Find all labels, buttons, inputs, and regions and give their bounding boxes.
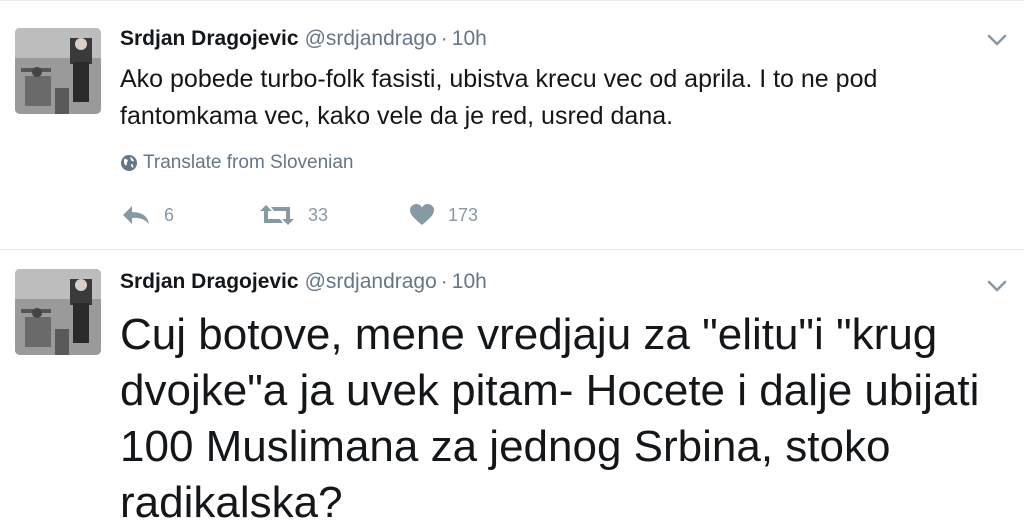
author-name[interactable]: Srdjan Dragojevic	[120, 270, 299, 293]
author-name[interactable]: Srdjan Dragojevic	[120, 27, 299, 50]
tweet[interactable]: Srdjan Dragojevic @srdjandrago · 10h Cuj bo…	[0, 251, 1024, 530]
globe-icon	[121, 155, 137, 171]
timestamp[interactable]: 10h	[452, 27, 487, 50]
reply-icon	[123, 206, 149, 224]
like-count: 173	[448, 204, 479, 225]
translate-link[interactable]: Translate from Slovenian	[120, 152, 354, 174]
tweet-actions: 6 33 173	[120, 203, 478, 227]
avatar[interactable]	[15, 269, 101, 355]
translate-label: Translate from Slovenian	[143, 152, 354, 173]
avatar-photo	[15, 28, 101, 114]
chevron-down-icon[interactable]	[984, 275, 1010, 297]
reply-button[interactable]: 6	[120, 203, 258, 227]
retweet-button[interactable]: 33	[258, 203, 408, 227]
timestamp[interactable]: 10h	[452, 270, 487, 293]
like-button[interactable]: 173	[408, 203, 478, 227]
retweet-count: 33	[308, 204, 329, 225]
tweet[interactable]: Srdjan Dragojevic @srdjandrago · 10h Ako po…	[0, 0, 1024, 250]
author-handle[interactable]: @srdjandrago	[305, 270, 437, 293]
retweet-icon	[260, 205, 294, 225]
tweet-text: Ako pobede turbo-folk fasisti, ubistva k…	[120, 65, 878, 130]
heart-icon	[410, 204, 434, 225]
reply-count: 6	[164, 204, 175, 225]
separator-dot: ·	[440, 27, 448, 50]
tweet-text: Cuj botove, mene vredjaju za "elitu"i "k…	[120, 310, 980, 527]
tweet-header: Srdjan Dragojevic @srdjandrago · 10h	[120, 27, 487, 51]
tweet-header: Srdjan Dragojevic @srdjandrago · 10h	[120, 270, 487, 294]
author-handle[interactable]: @srdjandrago	[305, 27, 437, 50]
chevron-down-icon[interactable]	[984, 29, 1010, 51]
separator-dot: ·	[440, 270, 448, 293]
avatar-photo	[15, 269, 101, 355]
avatar[interactable]	[15, 28, 101, 114]
